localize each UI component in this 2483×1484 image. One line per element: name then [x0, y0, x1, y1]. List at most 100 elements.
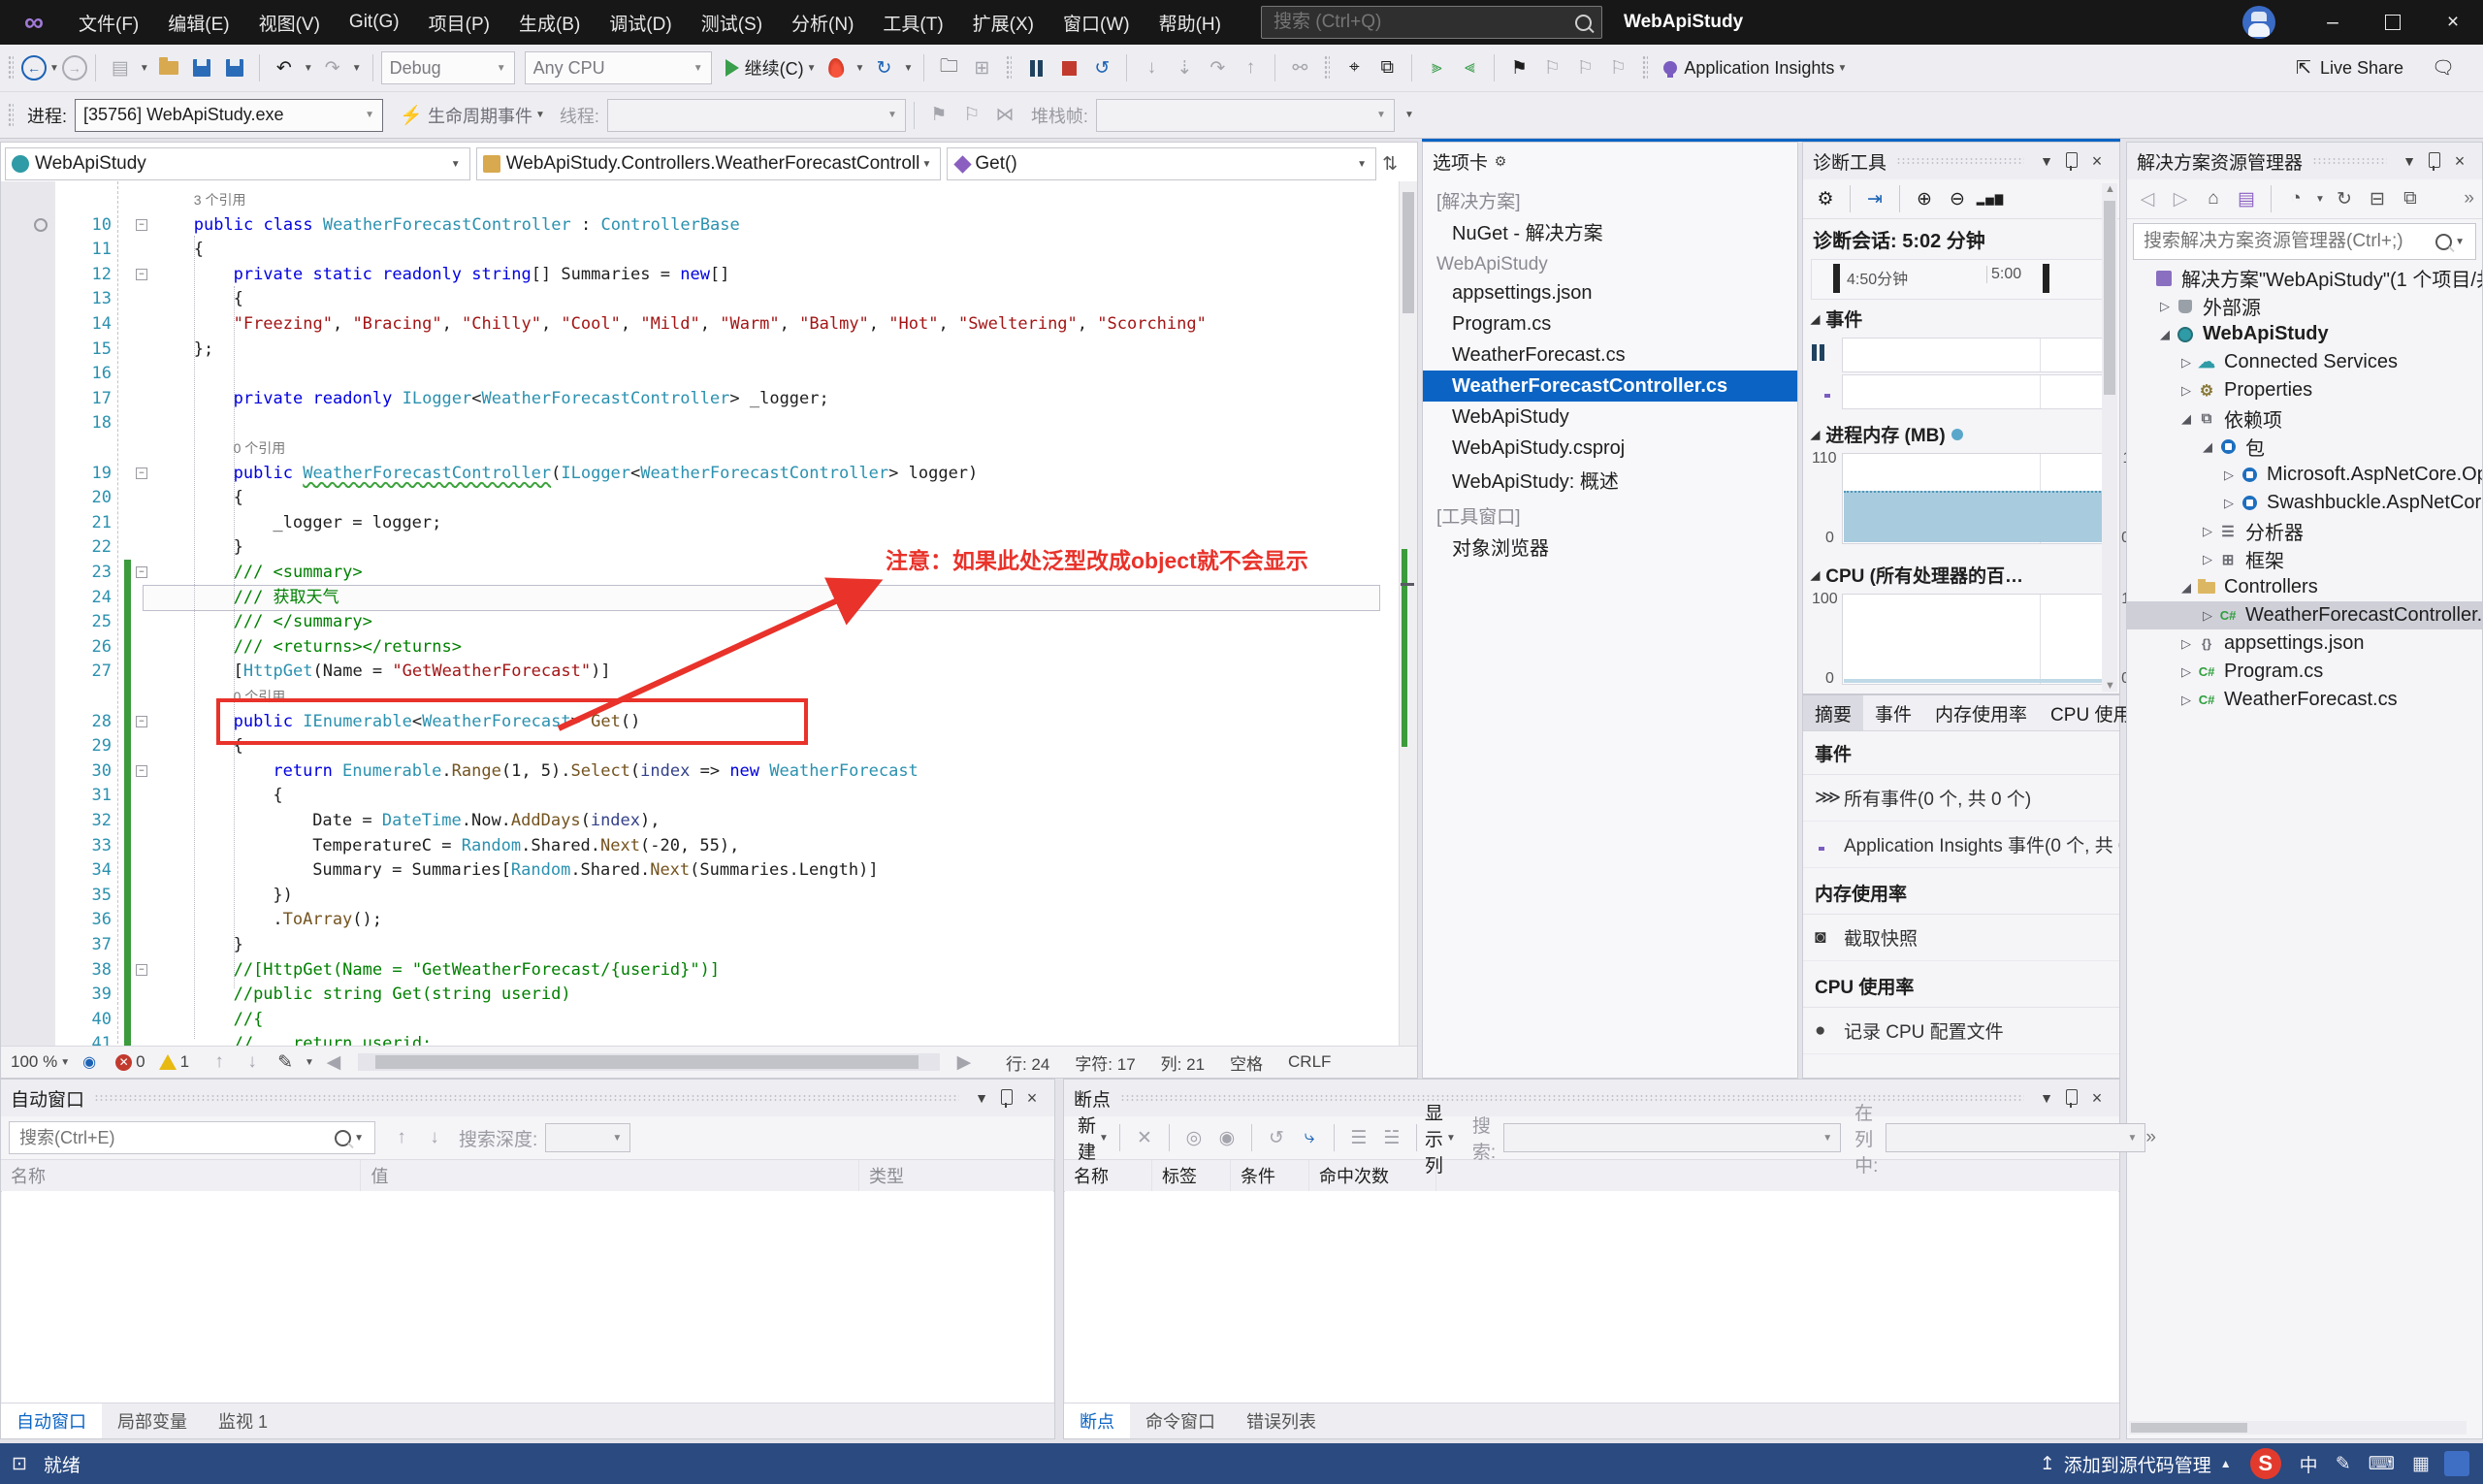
line-number[interactable]: 29	[57, 733, 112, 758]
code-text[interactable]: private static readonly string[] Summari…	[154, 262, 730, 287]
disable-all-breakpoints-icon[interactable]: ◎	[1179, 1123, 1209, 1152]
document-tab-WebApiStudy.csproj[interactable]: WebApiStudy.csproj	[1423, 433, 1797, 464]
tree-expander[interactable]: ▷	[2177, 636, 2195, 652]
tree-expander[interactable]: ▷	[2156, 299, 2174, 314]
code-text[interactable]: _logger = logger;	[154, 510, 441, 535]
code-text[interactable]: Date = DateTime.Now.AddDays(index),	[154, 808, 660, 833]
indent-mode[interactable]: 空格	[1230, 1050, 1263, 1075]
line-number[interactable]: 25	[57, 609, 112, 634]
fold-toggle[interactable]: −	[136, 715, 147, 727]
member-dropdown[interactable]: Get() ▼	[947, 147, 1377, 180]
code-text[interactable]: //public string Get(string userid)	[154, 982, 571, 1007]
solution-configuration-combo[interactable]: Debug ▼	[380, 51, 515, 84]
line-number[interactable]: 34	[57, 857, 112, 883]
thread-combo[interactable]: ▼	[606, 98, 906, 132]
tree-item-Microsoft.AspNetCore.OpenApi[interactable]: ▷ Microsoft.AspNetCore.OpenApi	[2127, 461, 2482, 489]
document-tab-WeatherForecastController.cs[interactable]: WeatherForecastController.cs	[1423, 371, 1797, 402]
editor-horizontal-scrollbar[interactable]	[357, 1053, 940, 1071]
scrollbar-thumb[interactable]	[2104, 201, 2115, 395]
line-number[interactable]: 33	[57, 833, 112, 858]
next-issue-icon[interactable]: ↓	[238, 1048, 267, 1077]
new-breakpoint-button[interactable]: 新建	[1078, 1112, 1096, 1164]
document-tab-WebApiStudy[interactable]: WebApiStudy	[1423, 402, 1797, 433]
column-命中次数[interactable]: 命中次数	[1309, 1160, 1436, 1191]
find-in-files-icon[interactable]: 🗀	[934, 53, 963, 82]
document-tab-Program.cs[interactable]: Program.cs	[1423, 308, 1797, 339]
taskbar-icon[interactable]	[2444, 1451, 2469, 1476]
line-number[interactable]: 17	[57, 386, 112, 411]
editor-vertical-scrollbar[interactable]	[1399, 181, 1417, 1048]
code-text[interactable]: /// 获取天气	[154, 585, 339, 610]
record-cpu-profile-link[interactable]: ● 记录 CPU 配置文件	[1803, 1008, 2119, 1054]
code-text[interactable]: /// <returns></returns>	[154, 634, 462, 660]
code-text[interactable]: /// <summary>	[154, 560, 363, 585]
gear-icon[interactable]: ⚙	[1488, 153, 1513, 170]
autos-search-box[interactable]: ▼	[9, 1121, 375, 1154]
unflag-threads-icon[interactable]: ⚐	[957, 101, 986, 130]
solution-search-box[interactable]: ▼	[2133, 223, 2476, 260]
lifecycle-events-label[interactable]: 生命周期事件	[428, 103, 532, 128]
redo-icon[interactable]: ↷	[318, 53, 347, 82]
bottom-tab-局部变量[interactable]: 局部变量	[102, 1403, 203, 1438]
column-条件[interactable]: 条件	[1231, 1160, 1309, 1191]
ime-pen-icon[interactable]: ✎	[2336, 1453, 2351, 1475]
switch-views-icon[interactable]: ▤	[2232, 184, 2261, 213]
column-名称[interactable]: 名称	[1064, 1160, 1152, 1191]
flag-threads-icon[interactable]: ⚑	[924, 101, 953, 130]
code-text[interactable]: })	[154, 883, 292, 908]
tree-item-appsettings.json[interactable]: ▷ {} appsettings.json	[2127, 629, 2482, 658]
clear-bookmarks-icon[interactable]: ⚐	[1603, 53, 1632, 82]
solution-platform-combo[interactable]: Any CPU ▼	[524, 51, 712, 84]
tree-expander[interactable]: ◢	[2156, 327, 2174, 342]
menu-item-3[interactable]: Git(G)	[335, 0, 414, 45]
new-project-icon[interactable]: ▤	[106, 53, 135, 82]
line-number[interactable]: 14	[57, 311, 112, 337]
line-number[interactable]: 13	[57, 286, 112, 311]
document-health-icon[interactable]: ◉	[75, 1048, 104, 1077]
warnings-icon[interactable]	[158, 1054, 177, 1070]
prev-bookmark-icon[interactable]: ⚐	[1537, 53, 1566, 82]
bottom-tab-错误列表[interactable]: 错误列表	[1231, 1403, 1332, 1438]
tree-item-WeatherForecastController.cs[interactable]: ▷ C# WeatherForecastController.cs	[2127, 601, 2482, 629]
scroll-left-icon[interactable]: ◀	[319, 1048, 348, 1077]
bottom-tab-命令窗口[interactable]: 命令窗口	[1130, 1403, 1231, 1438]
menu-item-12[interactable]: 帮助(H)	[1145, 0, 1236, 45]
line-number[interactable]: 35	[57, 883, 112, 908]
user-avatar[interactable]	[2242, 6, 2275, 39]
go-to-source-icon[interactable]: ⤷	[1295, 1123, 1324, 1152]
fold-toggle[interactable]: −	[136, 268, 147, 280]
push-icon[interactable]: ↥	[2040, 1453, 2055, 1475]
toolbar-grip[interactable]	[8, 102, 14, 128]
errors-icon[interactable]: ✕	[115, 1053, 133, 1071]
cursor-tool-icon[interactable]: ⌖	[1339, 53, 1369, 82]
diagnostics-scrollbar[interactable]: ▲ ▼	[2102, 183, 2117, 692]
line-ending[interactable]: CRLF	[1288, 1052, 1331, 1072]
line-number[interactable]: 12	[57, 262, 112, 287]
autos-search-input[interactable]	[17, 1126, 336, 1149]
step-into-icon[interactable]: ↓	[1137, 53, 1166, 82]
menu-item-1[interactable]: 编辑(E)	[153, 0, 243, 45]
tree-item-分析器[interactable]: ▷ ☰ 分析器	[2127, 517, 2482, 545]
line-number[interactable]: 26	[57, 634, 112, 660]
scrollbar-thumb[interactable]	[2131, 1423, 2247, 1433]
diag-tab-事件[interactable]: 事件	[1863, 695, 1923, 730]
tree-expander[interactable]: ▷	[2177, 355, 2195, 371]
line-number[interactable]: 31	[57, 783, 112, 808]
line-number[interactable]: 37	[57, 932, 112, 957]
pin-icon[interactable]	[994, 1088, 1019, 1108]
menu-item-5[interactable]: 生成(B)	[504, 0, 595, 45]
line-number[interactable]: 32	[57, 808, 112, 833]
code-surface[interactable]: 3 个引用 10− public class WeatherForecastCont…	[1, 181, 1402, 1048]
code-text[interactable]: [HttpGet(Name = "GetWeatherForecast")]	[154, 659, 611, 684]
chevron-down-icon[interactable]: ▼	[2034, 1090, 2059, 1106]
scrollbar-thumb[interactable]	[1403, 192, 1414, 313]
diag-tab-内存使用率[interactable]: 内存使用率	[1923, 695, 2039, 730]
tree-expander[interactable]: ▷	[2177, 693, 2195, 708]
ime-language-icon[interactable]: 中	[2300, 1451, 2318, 1477]
close-icon[interactable]: ×	[1019, 1088, 1045, 1109]
column-类型[interactable]: 类型	[859, 1160, 1054, 1191]
solution-search-input[interactable]	[2142, 230, 2436, 253]
zoom-out-icon[interactable]: ⊖	[1943, 184, 1972, 213]
code-text[interactable]: //{	[154, 1007, 264, 1032]
line-indent-icon[interactable]: ⫸	[1422, 53, 1451, 82]
